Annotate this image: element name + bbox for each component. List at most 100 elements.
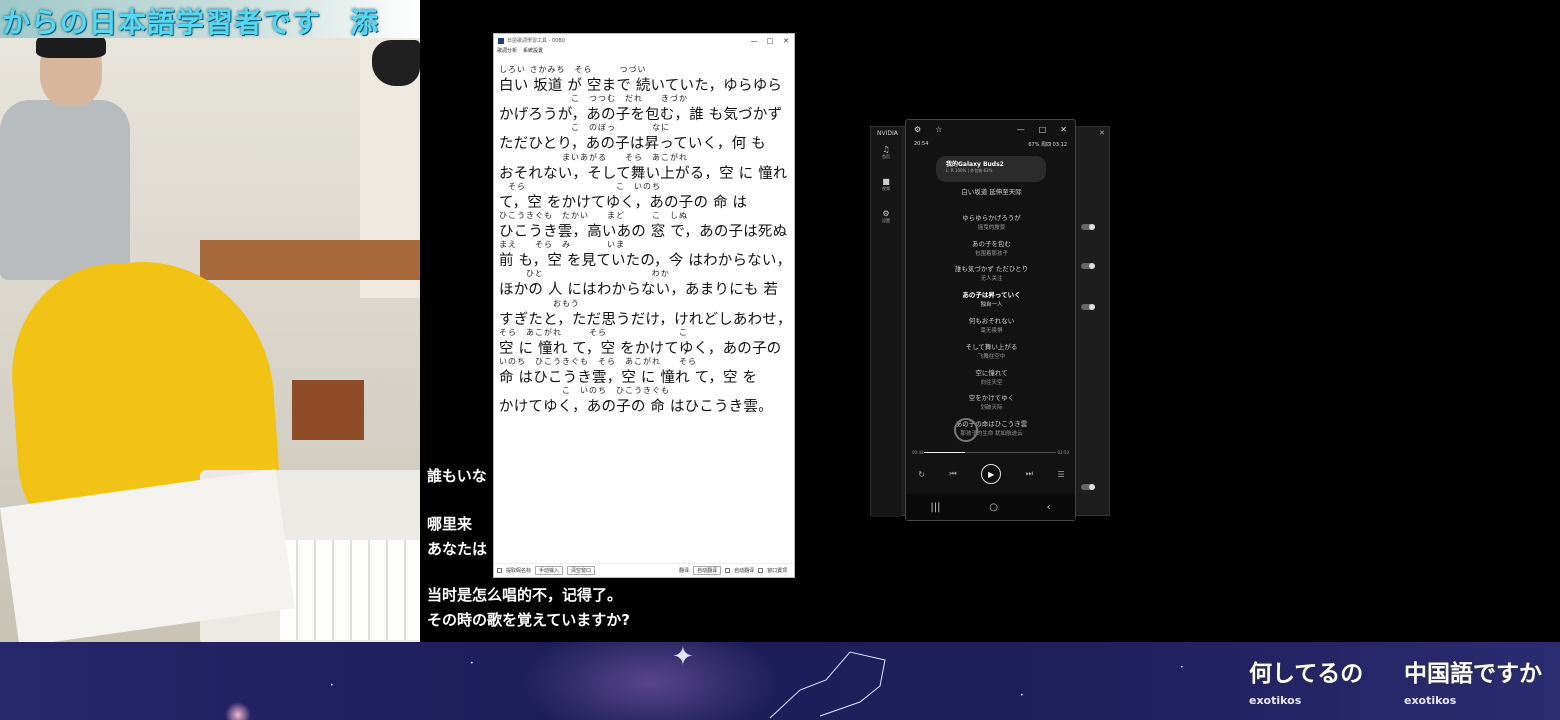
phone-lyric-jp: あの子を包む [972, 239, 1011, 248]
phone-window-toolbar: ⚙ ☆ — □ ✕ [906, 120, 1075, 138]
phone-time: 20:54 [914, 141, 929, 147]
minimize-icon[interactable]: — [1017, 125, 1025, 134]
stream-banner: からの日本語学習者です 添 [0, 0, 420, 38]
star-small: • [1180, 664, 1184, 671]
webcam-feed: からの日本語学習者です 添 [0, 0, 420, 642]
lyric-text: おそれない，そして舞い上がる，空 に 憧れ [499, 165, 788, 182]
chat-message: 中国語ですか exotikos [1404, 654, 1542, 707]
loading-spinner [954, 418, 978, 442]
recents-icon[interactable]: ||| [930, 502, 940, 513]
manual-input-button[interactable]: 手动输入 [535, 566, 564, 575]
star-small: • [330, 682, 334, 689]
star-small: • [470, 660, 474, 667]
app-icon [498, 37, 504, 44]
close-icon[interactable]: ✕ [1060, 125, 1067, 134]
maximize-icon[interactable]: □ [1039, 125, 1047, 134]
phone-lyric-jp: あの子は昇っていく [962, 291, 1021, 300]
phone-date: 周四 03.12 [1041, 141, 1067, 148]
phone-lyric-cn: 独自一人 [980, 302, 1003, 309]
phone-mirror-window[interactable]: ⚙ ☆ — □ ✕ 20:54 67% 周四 03.12 我的Galaxy Bu… [905, 119, 1076, 521]
toggle-4[interactable] [1081, 484, 1095, 490]
star-small: • [1020, 692, 1024, 699]
time-total: 03:50 [1057, 450, 1069, 455]
nvidia-close-icon[interactable]: ✕ [1099, 129, 1105, 137]
toggle-3[interactable] [1081, 304, 1095, 310]
phone-lyric-jp: 空をかけてゆく [968, 394, 1015, 403]
translate-select[interactable]: 自动翻译 [693, 566, 722, 575]
phone-lyric-cn: 摇曳的蜃景 [977, 224, 1006, 231]
translate-label: 翻译 [679, 568, 690, 574]
nebula-glow [520, 642, 780, 720]
phone-lyric-line[interactable]: ゆらゆらかげろうが 摇曳的蜃景 [906, 210, 1077, 236]
lyrics-window[interactable]: 日語歌詞學習工具 - 00B0 — □ ✕ 歌詞分析 系統設置 しろい さかみち… [493, 33, 795, 578]
lyric-line: まえ そら み いま前 も，空 を見ていたの，今 はわからない， [499, 239, 792, 270]
clear-window-button[interactable]: 清空窗口 [567, 566, 596, 575]
lyric-text: すぎたと，ただ思うだけ，けれどしあわせ， [499, 311, 792, 328]
battery-level: 67% [1028, 141, 1040, 148]
phone-lyric-line[interactable]: 何もおそれない 毫无畏惧 [906, 313, 1077, 339]
maximize-button[interactable]: □ [762, 37, 778, 45]
lyric-text: ほかの 人 にはわからない，あまりにも 若 [499, 282, 779, 299]
star-icon: ✦ [672, 642, 694, 672]
back-icon[interactable]: ‹ [1047, 502, 1051, 513]
phone-lyric-jp: ゆらゆらかげろうが [962, 213, 1021, 222]
home-icon[interactable]: ○ [989, 502, 998, 513]
phone-lyric-line[interactable]: あの子を包む 包围着那孩子 [906, 236, 1077, 262]
phone-lyric-line[interactable]: あの子の命はひこうき雲 那孩子的生命 犹如航迹云 [906, 416, 1077, 442]
chat-message-text: 中国語ですか [1404, 661, 1542, 687]
lyric-line: いのち ひこうきぐも そら あこがれ そら命 はひこうき雲，空 に 憧れ て，空… [499, 356, 791, 386]
lyric-text: ひこうき雲，高いあの 窓 で，あの子は死ぬ [499, 223, 788, 240]
headphones-icon[interactable]: ♫ 首页 [879, 145, 893, 160]
auto-translate-checkbox[interactable] [725, 568, 731, 573]
subtitle-partial-2: 哪里来 [427, 515, 473, 533]
lyric-text: 白い 坂道 が 空まで 続いていた，ゆらゆら [499, 78, 783, 94]
menu-settings[interactable]: 系統設置 [523, 47, 543, 57]
lyric-line: おもう すぎたと，ただ思うだけ，けれどしあわせ， [499, 298, 792, 328]
nvidia-sidebar: NVIDIA ♫ 首页 ■ 视频 ⚙ 设置 [871, 127, 901, 517]
lyrics-body: しろい さかみち そら つづい 白い 坂道 が 空まで 続いていた，ゆらゆら こ … [499, 64, 792, 415]
camera-icon[interactable]: ■ 视频 [879, 177, 893, 192]
lyric-text: 命 はひこうき雲，空 に 憧れ て，空 を [499, 369, 758, 386]
chat-username: exotikos [1404, 694, 1457, 707]
lyric-text: 空 に 憧れ て，空 をかけてゆく，あの子の [499, 340, 782, 357]
earbuds-popup[interactable]: 我的Galaxy Buds2 L: R 100% | 外包装 63% [936, 156, 1046, 182]
next-icon[interactable]: ⏭ [1026, 469, 1033, 479]
lyrics-window-titlebar[interactable]: 日語歌詞學習工具 - 00B0 — □ ✕ [494, 34, 794, 47]
phone-lyric-line[interactable]: 空に憧れて 向往天空 [906, 365, 1077, 391]
lyric-text: 前 も，空 を見ていたの，今 はわからない， [499, 253, 792, 270]
lyrics-footer: 提取假名标 手动输入 清空窗口 翻译 自动翻译 自动翻译 窗口置顶 [494, 563, 794, 577]
pink-glow [225, 702, 251, 720]
gear-icon[interactable]: ⚙ 设置 [879, 209, 893, 224]
phone-lyric-line[interactable]: あの子は昇っていく 独自一人 [906, 287, 1077, 313]
phone-lyric-line[interactable]: 空をかけてゆく 划破天际 [906, 390, 1077, 416]
menu-analysis[interactable]: 歌詞分析 [497, 47, 517, 57]
phone-lyric-line[interactable]: 白い坂道 延伸至天际 [906, 184, 1077, 210]
phone-lyric-line[interactable]: 誰も気づかず ただひとり 无人关注 [906, 261, 1077, 287]
phone-lyric-jp: あの子の命はひこうき雲 [955, 420, 1028, 429]
phone-lyric-jp: 何もおそれない [968, 316, 1015, 325]
play-button[interactable]: ▶ [981, 464, 1002, 484]
phone-lyric-cn: 无人关注 [980, 276, 1003, 283]
desk [200, 240, 420, 280]
person-body [0, 100, 130, 280]
close-button[interactable]: ✕ [778, 37, 794, 45]
phone-lyric-line[interactable]: そして舞い上がる 飞舞在空中 [906, 339, 1077, 365]
toggle-1[interactable] [1081, 224, 1095, 230]
star-icon[interactable]: ☆ [935, 125, 942, 134]
repeat-icon[interactable]: ↻ [918, 470, 925, 479]
nvidia-title: NVIDIA [877, 130, 898, 137]
extract-kana-checkbox[interactable] [497, 568, 502, 573]
phone-lyric-cn: 那孩子的生命 犹如航迹云 [960, 431, 1023, 438]
subtitle-partial-3: あなたは [427, 540, 488, 558]
phone-status-bar: 20:54 67% 周四 03.12 [906, 138, 1075, 150]
lyric-line: こ いのち ひこうきぐも かけてゆく，あの子の 命 はひこうき雲。 [499, 385, 791, 415]
toggle-2[interactable] [1081, 263, 1095, 269]
previous-icon[interactable]: ⏮ [950, 469, 957, 479]
lyric-line: こ のぼっ なに ただひとり，あの子は昇っていく，何 も [499, 122, 791, 152]
playback-progress[interactable] [924, 452, 1056, 453]
pin-window-label: 窗口置顶 [767, 568, 788, 574]
playlist-icon[interactable]: ☰ [1058, 470, 1065, 479]
pin-window-checkbox[interactable] [758, 568, 764, 573]
settings-icon[interactable]: ⚙ [914, 125, 921, 134]
minimize-button[interactable]: — [746, 37, 762, 45]
